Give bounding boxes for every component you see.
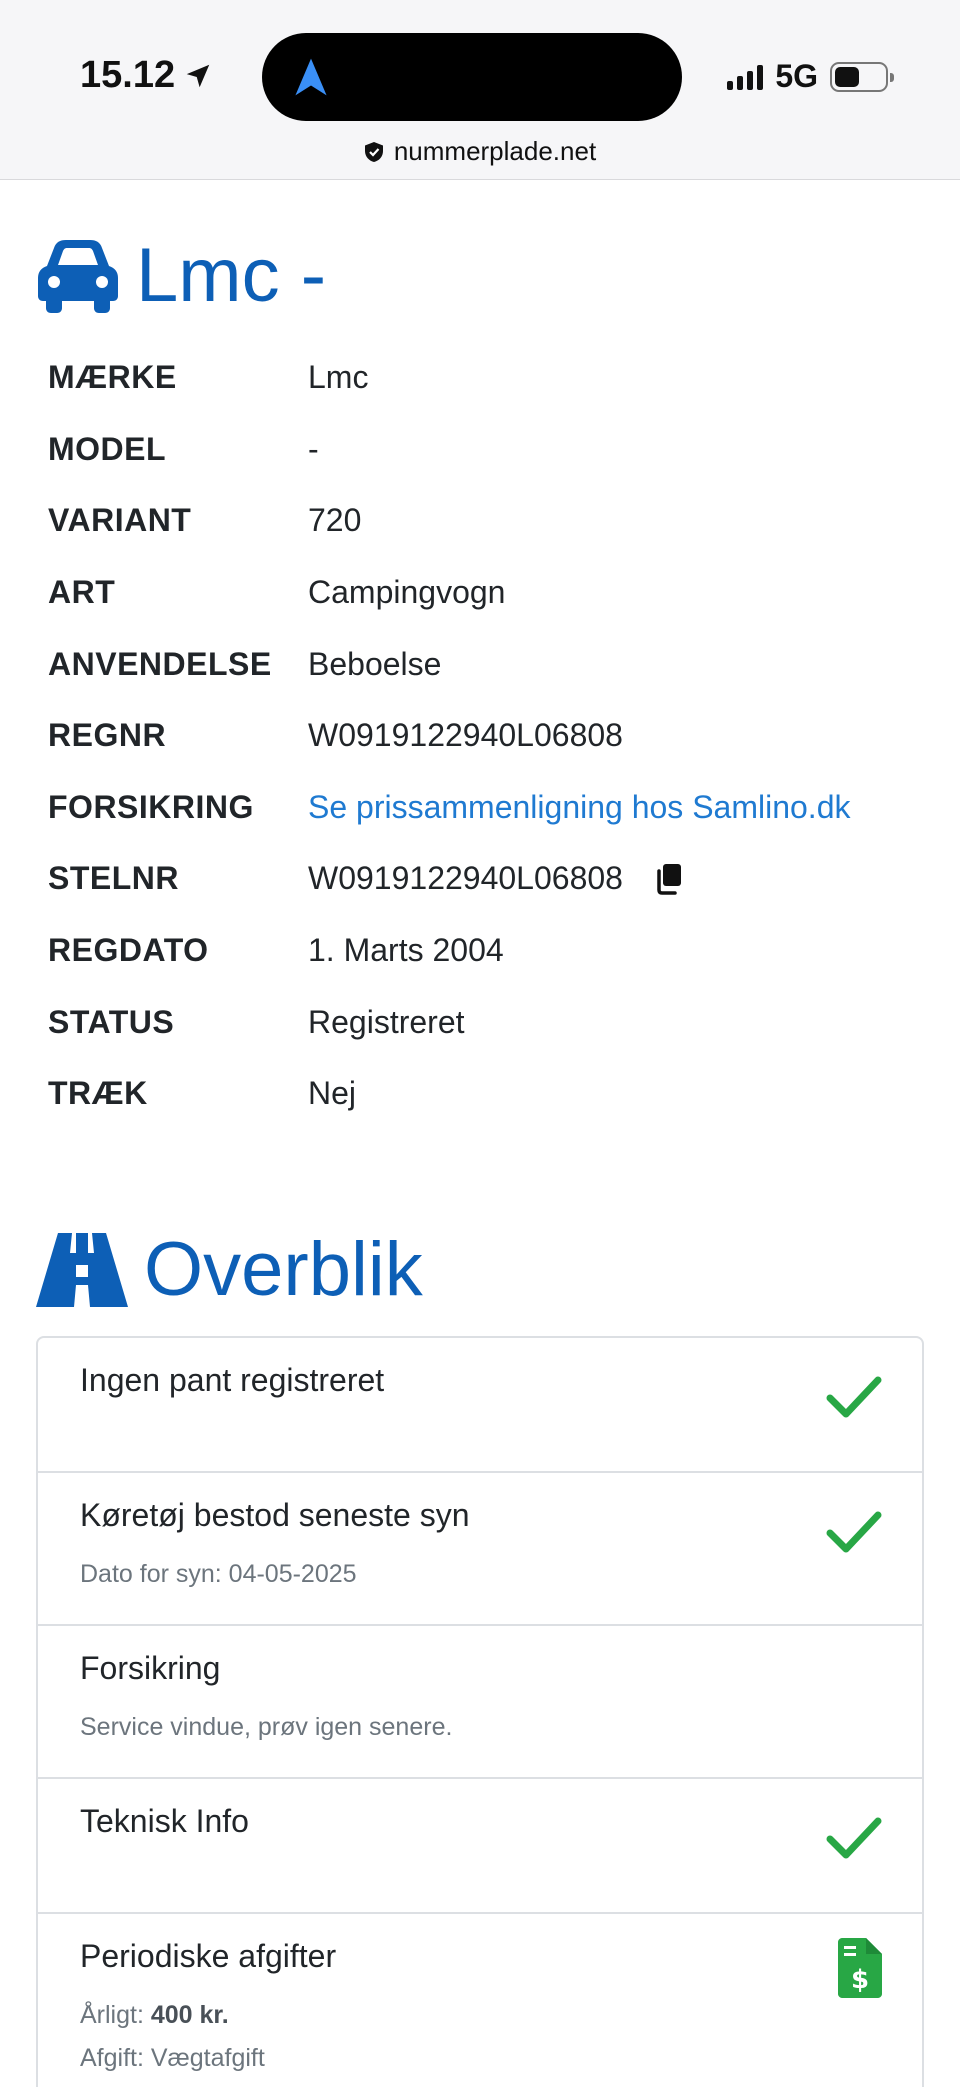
shield-icon: [364, 141, 383, 162]
detail-label: ANVENDELSE: [48, 645, 272, 682]
address-bar[interactable]: nummerplade.net: [0, 136, 960, 167]
detail-label: ART: [48, 574, 116, 611]
fee-type: Afgift: Vægtafgift: [80, 2044, 265, 2072]
detail-label: TRÆK: [48, 1075, 148, 1112]
check-icon: [826, 1511, 882, 1553]
detail-value: Nej: [308, 1075, 357, 1112]
overview-heading: Overblik: [36, 1226, 423, 1313]
copy-icon[interactable]: [655, 863, 683, 895]
location-arrow-icon: [186, 64, 210, 87]
detail-value: 720: [308, 502, 362, 539]
url-text: nummerplade.net: [393, 136, 597, 166]
detail-row-maerke: MÆRKE Lmc: [48, 342, 928, 414]
item-title: Køretøj bestod seneste syn: [80, 1497, 470, 1533]
detail-row-anvendelse: ANVENDELSE Beboelse: [48, 628, 928, 700]
check-icon: [826, 1376, 882, 1418]
detail-label: REGDATO: [48, 932, 209, 969]
detail-row-variant: VARIANT 720: [48, 485, 928, 557]
annual-label: Årligt:: [80, 2001, 144, 2029]
detail-label: MÆRKE: [48, 359, 177, 396]
item-title: Ingen pant registreret: [80, 1362, 385, 1398]
detail-label: REGNR: [48, 717, 167, 754]
overview-title: Overblik: [144, 1227, 423, 1312]
detail-label: MODEL: [48, 430, 167, 467]
detail-value: Registreret: [308, 1003, 465, 1040]
annual-value: 400 kr.: [150, 2001, 229, 2029]
detail-value: W0919122940L06808: [308, 860, 623, 897]
detail-label: VARIANT: [48, 502, 192, 539]
overview-item-teknisk-info[interactable]: Teknisk Info: [38, 1779, 922, 1914]
overview-item-pant[interactable]: Ingen pant registreret: [38, 1338, 922, 1473]
vehicle-heading: Lmc -: [36, 232, 326, 319]
invoice-dollar-icon: $: [838, 1938, 882, 1998]
network-label: 5G: [775, 58, 818, 94]
detail-value: -: [308, 430, 319, 467]
detail-row-regdato: REGDATO 1. Marts 2004: [48, 915, 928, 987]
overview-list: Ingen pant registreret Køretøj bestod se…: [36, 1336, 924, 2087]
check-icon: [826, 1817, 882, 1859]
svg-text:$: $: [851, 1965, 869, 1995]
detail-row-traek: TRÆK Nej: [48, 1058, 928, 1130]
item-subtitle: Dato for syn: 04-05-2025: [80, 1560, 357, 1588]
overview-item-forsikring[interactable]: Forsikring Service vindue, prøv igen sen…: [38, 1626, 922, 1779]
detail-row-forsikring: FORSIKRING Se prissammenligning hos Saml…: [48, 772, 928, 844]
detail-row-model: MODEL -: [48, 414, 928, 486]
road-icon: [36, 1232, 128, 1307]
battery-icon: [830, 61, 894, 92]
detail-row-status: STATUS Registreret: [48, 986, 928, 1058]
detail-row-stelnr: STELNR W0919122940L06808: [48, 843, 928, 915]
overview-item-afgifter[interactable]: Periodiske afgifter Årligt: 400 kr. Afgi…: [38, 1914, 922, 2087]
item-title: Forsikring: [80, 1650, 221, 1686]
detail-row-regnr: REGNR W0919122940L06808: [48, 700, 928, 772]
status-indicators: 5G: [727, 58, 894, 95]
detail-value: W0919122940L06808: [308, 717, 623, 754]
vehicle-title: Lmc -: [136, 233, 326, 318]
vehicle-details-table: MÆRKE Lmc MODEL - VARIANT 720 ART Campin…: [48, 342, 928, 1130]
item-title: Teknisk Info: [80, 1803, 249, 1839]
item-title: Periodiske afgifter: [80, 1938, 337, 1974]
dynamic-island: [262, 33, 682, 121]
detail-label: FORSIKRING: [48, 788, 254, 825]
detail-value: Beboelse: [308, 645, 442, 682]
car-icon: [38, 239, 118, 313]
detail-row-art: ART Campingvogn: [48, 557, 928, 629]
detail-label: STELNR: [48, 860, 179, 897]
detail-label: STATUS: [48, 1003, 175, 1040]
item-subtitle: Service vindue, prøv igen senere.: [80, 1713, 453, 1741]
annual-fee: Årligt: 400 kr.: [80, 2001, 882, 2030]
detail-value: Lmc: [308, 359, 369, 396]
signal-icon: [727, 64, 764, 90]
status-time: 15.12: [80, 54, 213, 97]
insurance-comparison-link[interactable]: Se prissammenligning hos Samlino.dk: [308, 789, 850, 826]
time-text: 15.12: [80, 54, 176, 96]
navigation-arrow-icon: [295, 58, 327, 96]
detail-value: 1. Marts 2004: [308, 932, 504, 969]
overview-item-syn[interactable]: Køretøj bestod seneste syn Dato for syn:…: [38, 1473, 922, 1626]
detail-value: Campingvogn: [308, 574, 506, 611]
status-bar: 15.12 5G nummerplade.net: [0, 0, 960, 180]
detail-value-wrap: W0919122940L06808: [308, 860, 683, 897]
